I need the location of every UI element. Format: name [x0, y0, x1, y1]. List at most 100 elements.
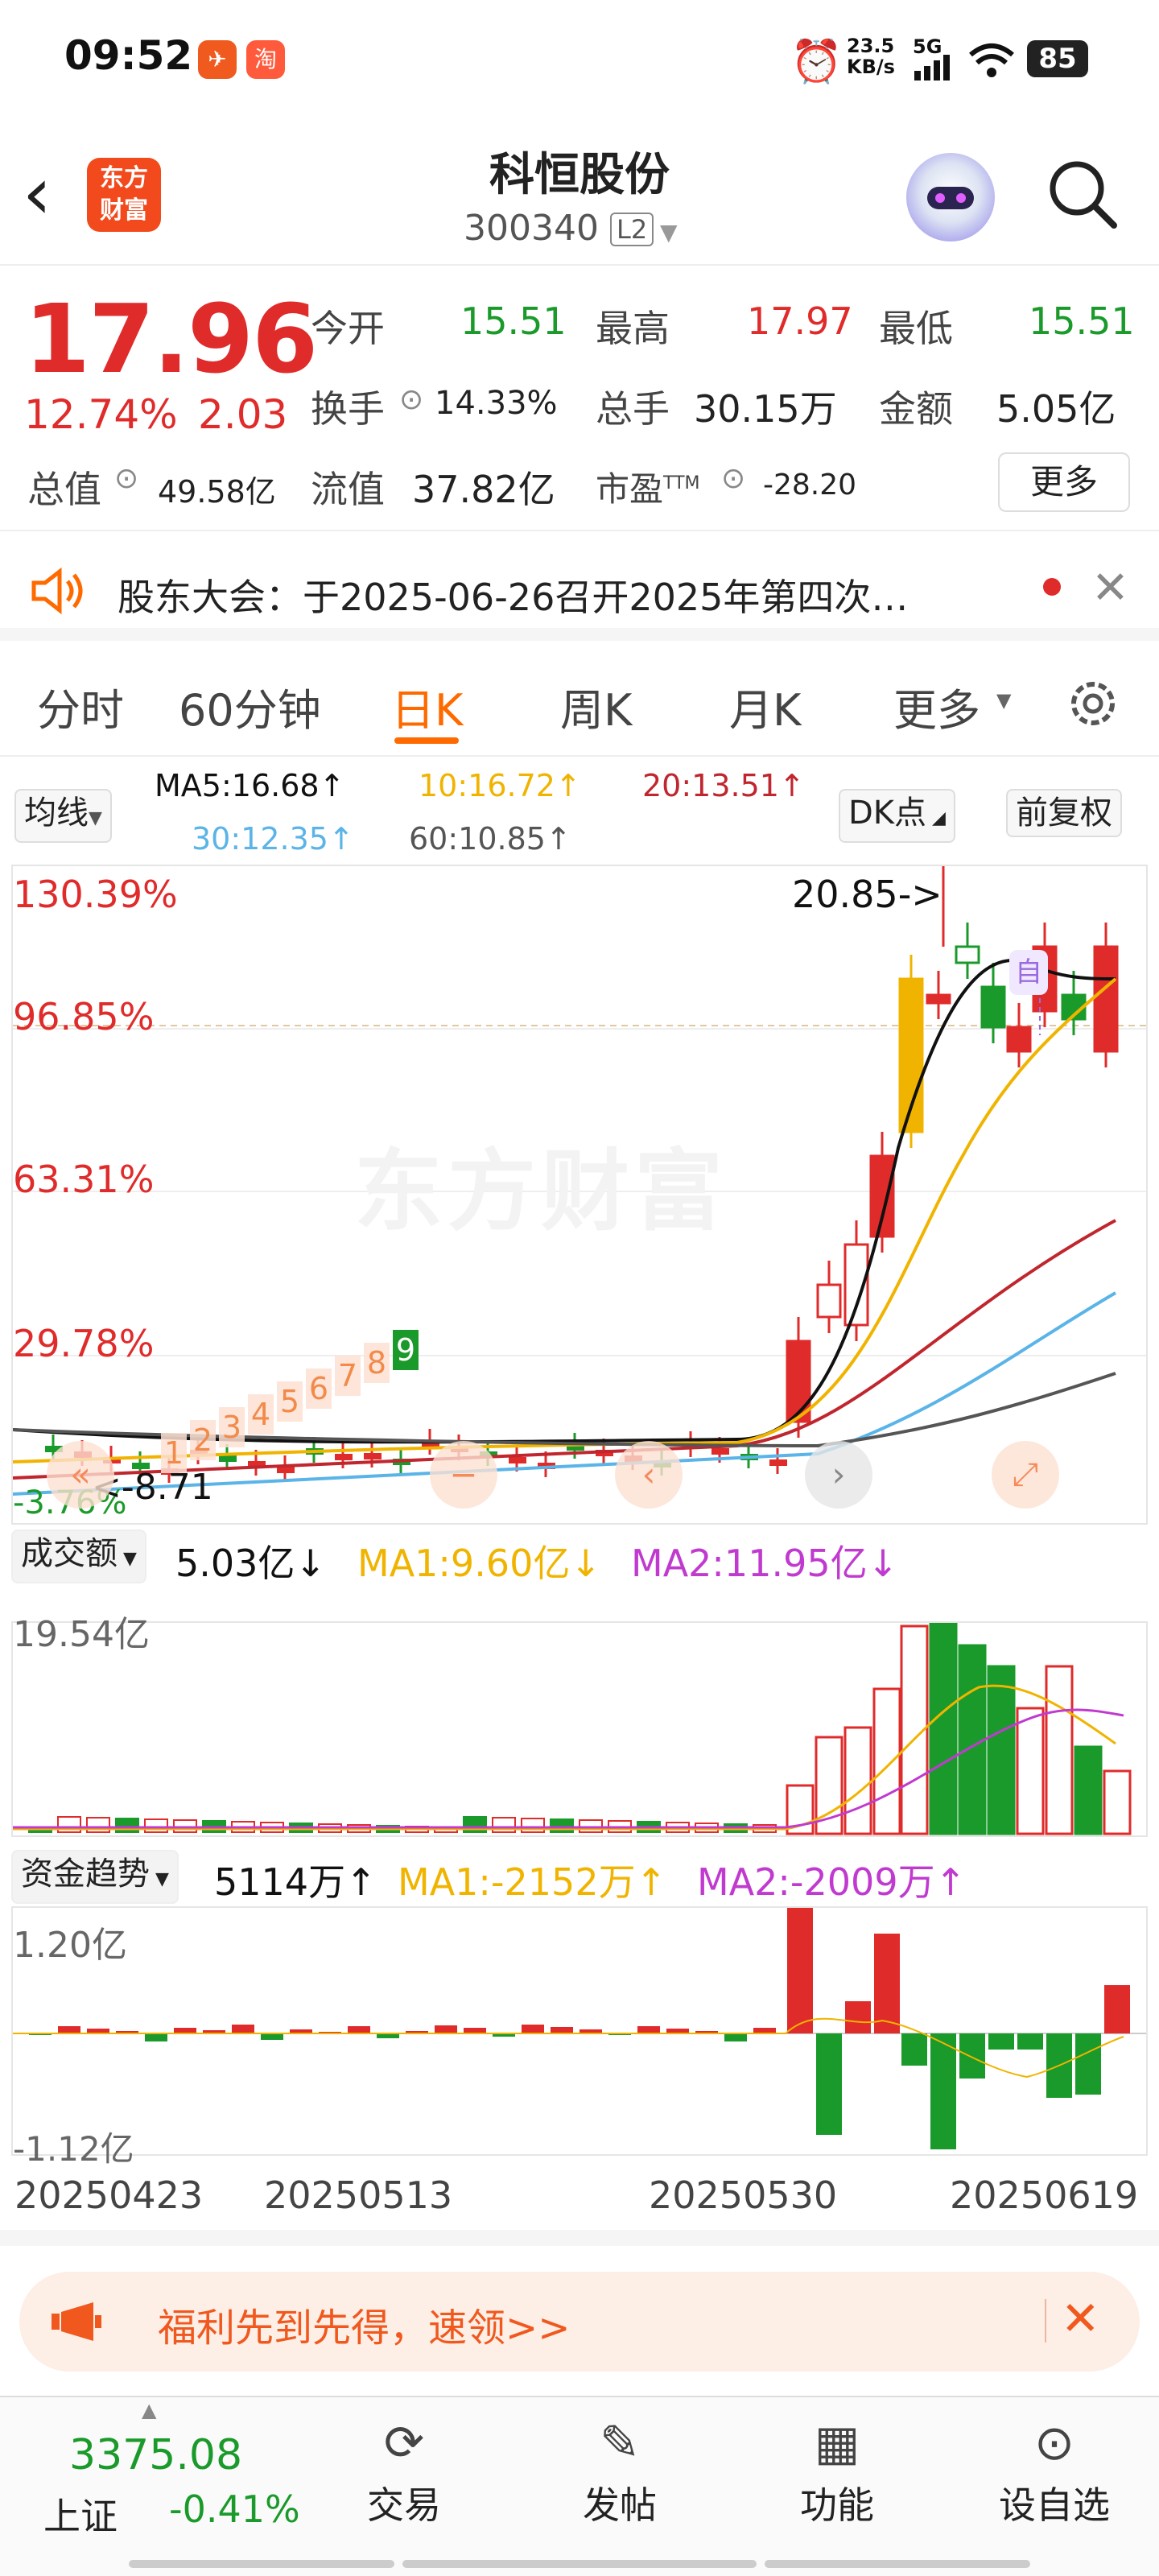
ma-selector[interactable]: 均线▼ — [14, 789, 112, 843]
scroll-left-fast-icon[interactable]: « — [47, 1441, 114, 1509]
volume-chart[interactable] — [11, 1621, 1148, 1837]
stat-value: 15.51 — [1029, 299, 1135, 343]
fund-flow-value: 5114万↑ — [214, 1860, 377, 1904]
fund-flow-bar — [1075, 2033, 1101, 2095]
volume-bar — [144, 1818, 168, 1833]
sequence-number-badge: 4 — [248, 1394, 274, 1435]
tab-intraday[interactable]: 分时 — [37, 675, 124, 738]
gesture-bar — [402, 2560, 757, 2568]
fund-flow-bar — [58, 2026, 80, 2033]
stat-value: -28.20 — [763, 469, 857, 502]
fund-flow-bar — [959, 2033, 985, 2079]
banner-text: 福利先到先得，速领>> — [158, 2306, 571, 2351]
notice-text: 股东大会：于2025-06-26召开2025年第四次… — [118, 576, 909, 619]
fund-flow-bar — [232, 2025, 254, 2033]
index-name[interactable]: 上证 — [43, 2487, 118, 2541]
nav-add-watchlist-label: 设自选 — [999, 2483, 1110, 2527]
fund-flow-chart[interactable] — [11, 1906, 1148, 2156]
adjust-mode-button[interactable]: 前复权 — [1006, 789, 1122, 837]
volume-bar — [1045, 1665, 1074, 1835]
settings-gear-icon[interactable] — [1062, 673, 1124, 734]
stat-label: 最低 — [879, 307, 953, 350]
volume-svg — [13, 1623, 1132, 1835]
zoom-out-icon[interactable]: − — [430, 1441, 497, 1509]
tab-60min[interactable]: 60分钟 — [179, 675, 321, 738]
more-dots-icon: ⊙ — [1033, 2415, 1075, 2471]
nav-post-label: 发帖 — [583, 2483, 657, 2527]
chevron-down-icon: ▼ — [118, 1549, 137, 1569]
fund-flow-bar — [1017, 2033, 1043, 2050]
fund-flow-axis-bottom: -1.12亿 — [13, 2129, 134, 2169]
volume-axis-label: 19.54亿 — [13, 1614, 150, 1655]
dk-point-label: DK点 — [848, 795, 927, 832]
nav-post[interactable]: ✎ 发帖 — [547, 2415, 692, 2529]
alarm-icon: ⏰ — [790, 38, 843, 86]
nav-trade[interactable]: ⟳ 交易 — [332, 2415, 476, 2529]
fund-flow-bar — [901, 2033, 927, 2066]
fund-flow-bar — [930, 2033, 956, 2149]
chevron-down-icon: ◢ — [926, 808, 946, 828]
stat-label: 流值 — [311, 468, 385, 511]
sequence-number-badge: 2 — [190, 1420, 216, 1460]
index-value[interactable]: 3375.08 — [69, 2431, 242, 2479]
fund-flow-bar — [637, 2026, 660, 2033]
volume-ma2: MA2:11.95亿↓ — [631, 1542, 899, 1585]
volume-ma1: MA1:9.60亿↓ — [357, 1542, 601, 1585]
section-divider — [0, 2230, 1159, 2246]
fund-flow-bar — [1104, 1985, 1130, 2033]
volume-selector[interactable]: 成交额 ▼ — [11, 1530, 146, 1583]
date-label: 20250423 — [14, 2174, 204, 2217]
fund-flow-svg — [13, 1908, 1146, 2149]
watermark: 东方财富 — [354, 1140, 728, 1243]
nav-functions[interactable]: ▦ 功能 — [765, 2415, 909, 2529]
candle — [711, 1448, 729, 1455]
grid-icon: ▦ — [814, 2415, 860, 2471]
fund-flow-selector[interactable]: 资金趋势 ▼ — [11, 1850, 179, 1904]
nav-trade-label: 交易 — [367, 2483, 441, 2527]
fund-flow-bar — [787, 1908, 813, 2033]
level2-badge[interactable]: L2 — [610, 213, 654, 246]
sequence-number-badge: 9 — [393, 1330, 419, 1370]
y-axis-label: 96.85% — [13, 995, 155, 1038]
dk-point-button[interactable]: DK点 ◢ — [839, 789, 955, 843]
stat-label: 金额 — [879, 387, 953, 431]
tab-monthly-k[interactable]: 月K — [729, 675, 801, 738]
fullscreen-icon[interactable]: ⤢ — [992, 1441, 1059, 1509]
tab-daily-k[interactable]: 日K — [391, 675, 463, 738]
candle — [980, 985, 1006, 1029]
ma10-label: 10:16.72↑ — [419, 768, 581, 803]
stat-value: 5.05亿 — [996, 387, 1116, 431]
fund-flow-bar — [874, 1934, 900, 2033]
scroll-right-icon[interactable]: › — [805, 1441, 872, 1509]
ai-assistant-avatar-icon[interactable] — [906, 153, 995, 242]
info-icon[interactable]: ⊙ — [721, 462, 745, 495]
sequence-number-badge: 3 — [219, 1407, 245, 1447]
candle — [955, 945, 980, 964]
self-select-tag[interactable]: 自 — [1009, 950, 1048, 995]
tab-more[interactable]: 更多 — [893, 675, 980, 738]
stat-value: 37.82亿 — [412, 468, 555, 511]
close-icon[interactable]: ✕ — [1091, 562, 1129, 614]
fund-flow-axis-top: 1.20亿 — [13, 1925, 127, 1966]
chevron-down-icon[interactable]: ▼ — [660, 219, 678, 246]
fund-flow-bar — [845, 2001, 871, 2033]
info-icon[interactable]: ⊙ — [114, 462, 138, 495]
close-icon[interactable]: ✕ — [1061, 2291, 1100, 2346]
scroll-left-icon[interactable]: ‹ — [615, 1441, 683, 1509]
candle — [1006, 1026, 1032, 1053]
wifi-icon — [969, 43, 1014, 77]
status-bar: 09:52 ✈ 淘 ⏰ 23.5 KB/s 5G 85 — [0, 0, 1159, 121]
volume-bar — [1074, 1745, 1103, 1835]
app-notification-icon: ✈ — [198, 40, 237, 79]
info-icon[interactable]: ⊙ — [399, 383, 423, 416]
trade-icon: ⟳ — [383, 2415, 425, 2471]
nav-add-watchlist[interactable]: ⊙ 设自选 — [982, 2415, 1127, 2529]
y-axis-label: 130.39% — [13, 873, 178, 916]
chevron-down-icon[interactable]: ▼ — [996, 689, 1011, 712]
search-icon[interactable] — [1046, 158, 1119, 230]
fund-flow-bar — [988, 2033, 1014, 2050]
up-caret-icon: ▲ — [142, 2399, 157, 2421]
tab-weekly-k[interactable]: 周K — [560, 675, 632, 738]
more-button[interactable]: 更多 — [998, 452, 1130, 512]
volume-bar — [843, 1726, 872, 1835]
